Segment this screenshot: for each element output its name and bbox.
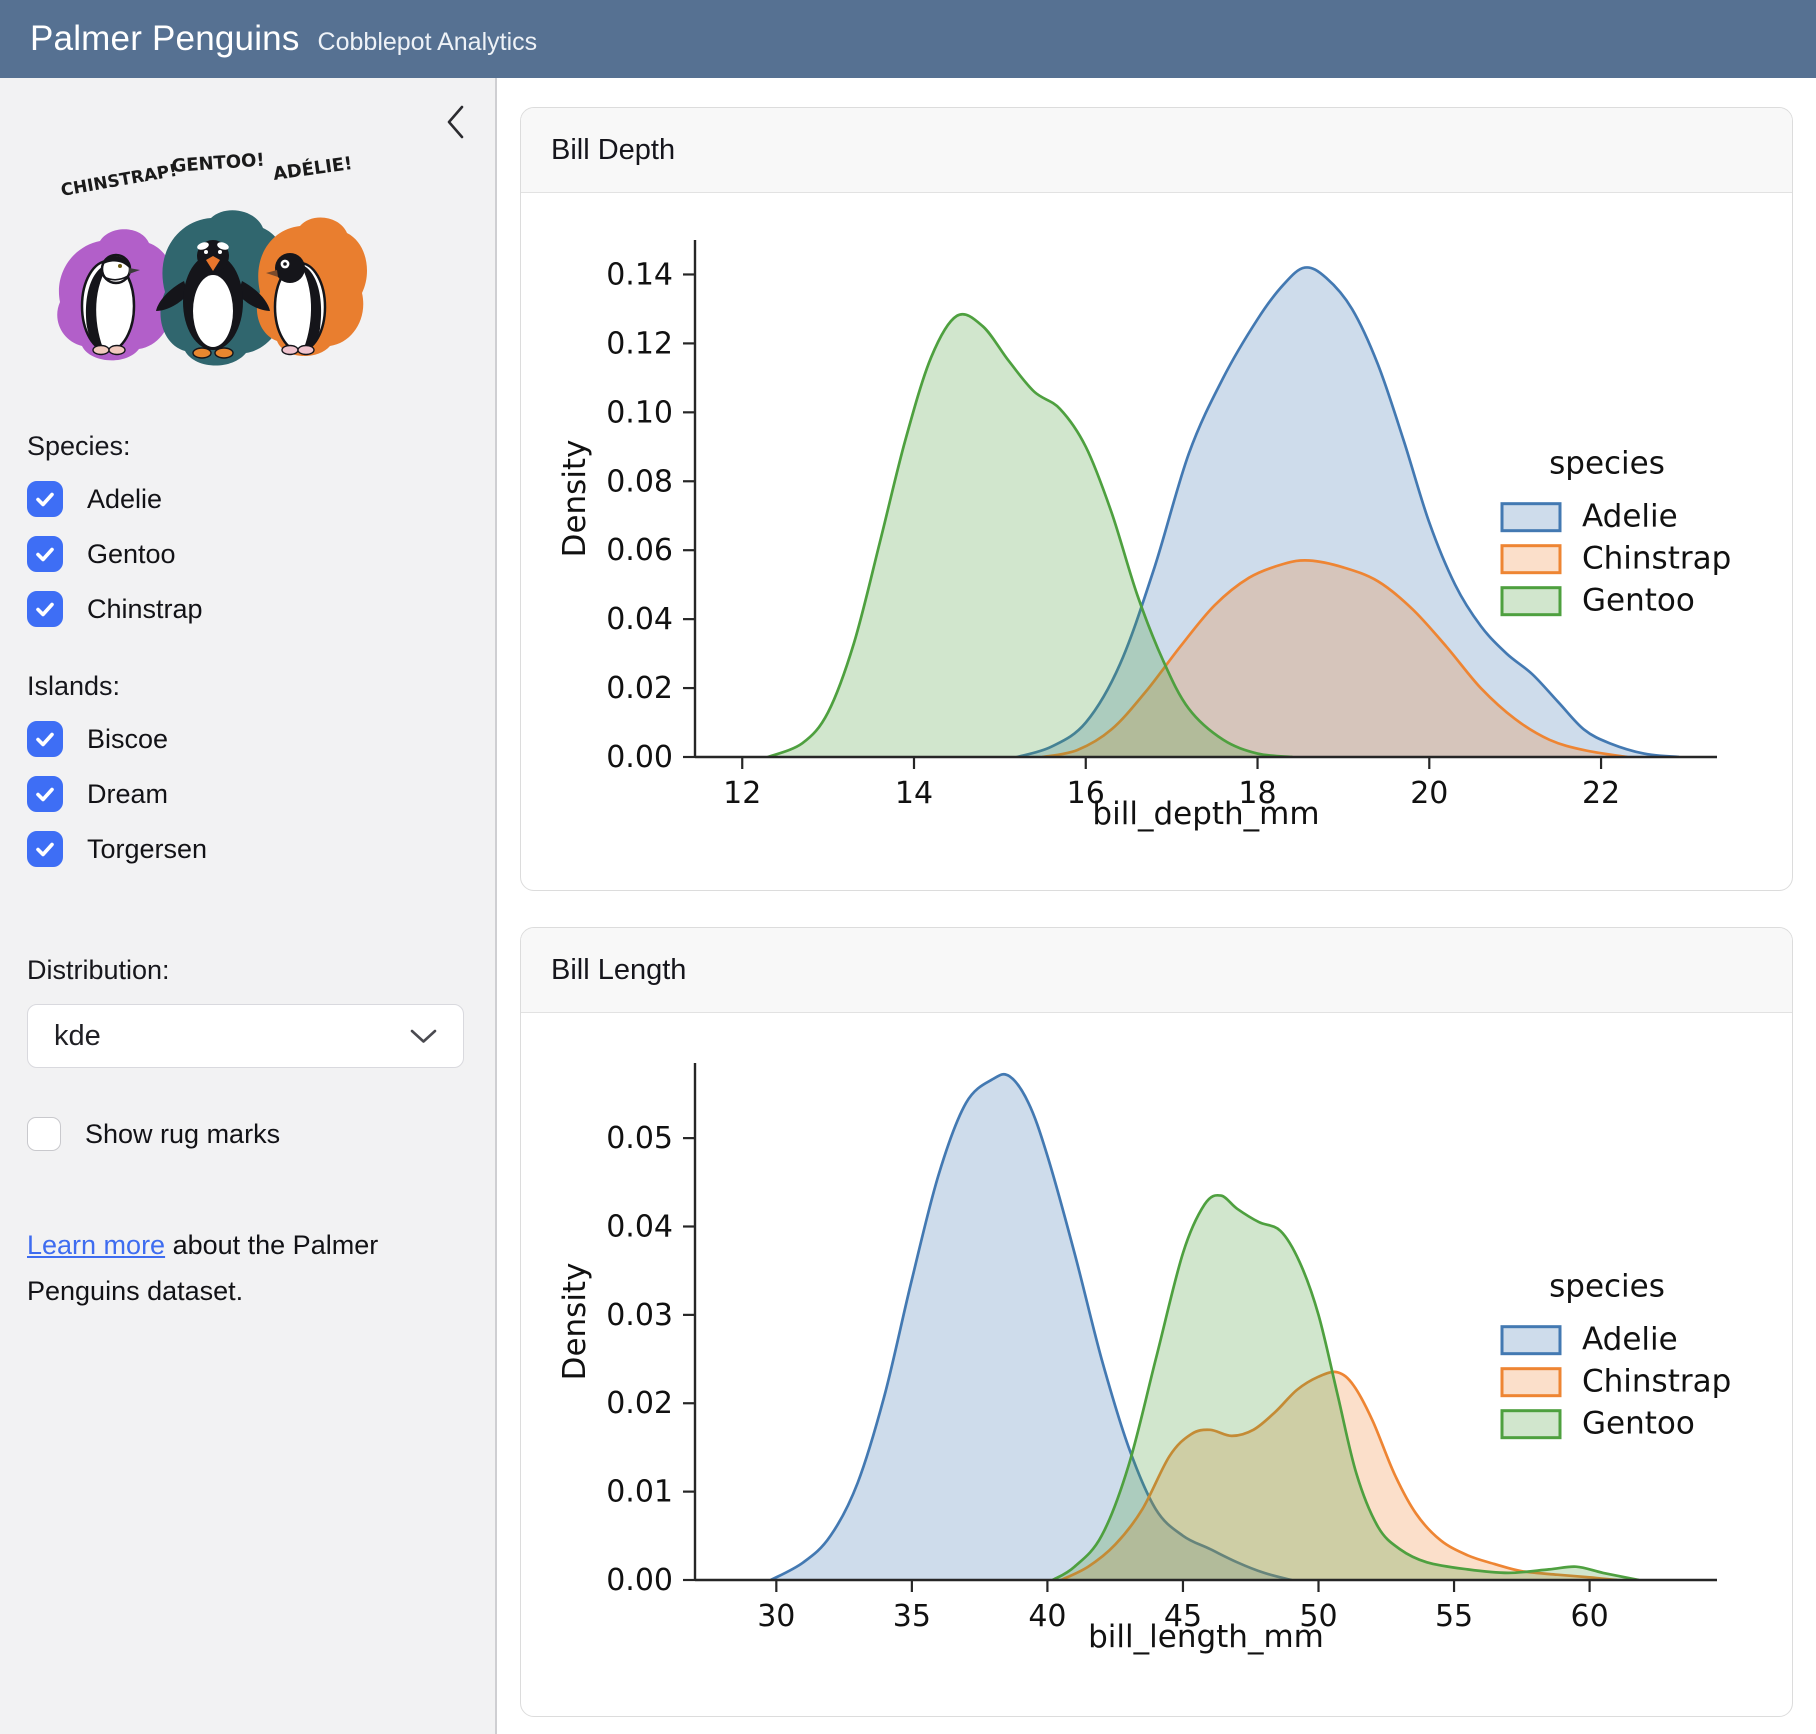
legend-title: species bbox=[1549, 445, 1665, 481]
y-tick-label: 0.00 bbox=[606, 740, 673, 775]
legend-label-chinstrap: Chinstrap bbox=[1582, 540, 1731, 576]
y-axis-label: Density bbox=[557, 439, 593, 557]
app-header: Palmer Penguins Cobblepot Analytics bbox=[0, 0, 1816, 78]
y-axis-label: Density bbox=[557, 1262, 593, 1380]
bill-depth-chart: 1214161820220.000.020.040.060.080.100.12… bbox=[537, 212, 1777, 872]
y-tick-label: 0.02 bbox=[606, 1386, 673, 1421]
app-subtitle: Cobblepot Analytics bbox=[318, 28, 538, 57]
y-tick-label: 0.00 bbox=[606, 1563, 673, 1598]
bill-length-card-title: Bill Length bbox=[521, 928, 1792, 1013]
x-tick-label: 12 bbox=[723, 776, 761, 811]
checkbox-island-biscoe[interactable]: Biscoe bbox=[27, 721, 468, 757]
checkbox-box[interactable] bbox=[27, 721, 63, 757]
y-tick-label: 0.04 bbox=[606, 1209, 673, 1244]
legend: species Adelie Chinstrap Gentoo bbox=[1502, 445, 1731, 618]
y-tick-label: 0.14 bbox=[606, 257, 673, 292]
legend-label-gentoo: Gentoo bbox=[1582, 1405, 1695, 1441]
legend-swatch-gentoo bbox=[1502, 587, 1560, 614]
checkbox-label: Chinstrap bbox=[87, 594, 203, 625]
y-tick-label: 0.05 bbox=[606, 1121, 673, 1156]
x-tick-label: 30 bbox=[757, 1599, 795, 1634]
learn-more-text: Learn more about the Palmer Penguins dat… bbox=[27, 1222, 459, 1315]
x-tick-label: 14 bbox=[894, 776, 932, 811]
legend-label-chinstrap: Chinstrap bbox=[1582, 1363, 1731, 1399]
checkbox-label: Show rug marks bbox=[85, 1119, 280, 1150]
checkbox-box[interactable] bbox=[27, 536, 63, 572]
x-tick-label: 60 bbox=[1570, 1599, 1608, 1634]
checkbox-show-rug-marks[interactable]: Show rug marks bbox=[27, 1116, 468, 1152]
y-tick-label: 0.04 bbox=[606, 602, 673, 637]
distribution-select[interactable]: kde bbox=[27, 1004, 464, 1068]
checkbox-label: Dream bbox=[87, 779, 168, 810]
legend-swatch-chinstrap bbox=[1502, 545, 1560, 572]
x-tick-label: 35 bbox=[892, 1599, 930, 1634]
check-icon bbox=[33, 542, 57, 566]
check-icon bbox=[33, 837, 57, 861]
checkbox-species-gentoo[interactable]: Gentoo bbox=[27, 536, 468, 572]
bill-length-chart: 303540455055600.000.010.020.030.040.05bi… bbox=[537, 1035, 1777, 1695]
distribution-selected-value: kde bbox=[54, 1020, 101, 1053]
app-title: Palmer Penguins bbox=[30, 19, 300, 59]
islands-group-label: Islands: bbox=[27, 671, 468, 702]
y-tick-label: 0.03 bbox=[606, 1297, 673, 1332]
checkbox-island-dream[interactable]: Dream bbox=[27, 776, 468, 812]
chinstrap-label: CHINSTRAP! bbox=[59, 161, 178, 201]
sidebar-collapse-button[interactable] bbox=[441, 102, 471, 142]
x-tick-label: 20 bbox=[1410, 776, 1448, 811]
x-axis-label: bill_depth_mm bbox=[1092, 796, 1319, 832]
penguins-illustration: CHINSTRAP! GENTOO! ADÉLIE! bbox=[30, 130, 372, 394]
check-icon bbox=[33, 597, 57, 621]
gentoo-label: GENTOO! bbox=[171, 150, 265, 177]
penguins-artwork: CHINSTRAP! GENTOO! ADÉLIE! bbox=[30, 130, 468, 399]
chevron-down-icon bbox=[410, 1028, 437, 1045]
check-icon bbox=[33, 487, 57, 511]
checkbox-label: Adelie bbox=[87, 484, 162, 515]
adelie-label: ADÉLIE! bbox=[272, 152, 354, 185]
distribution-label: Distribution: bbox=[27, 955, 468, 986]
y-tick-label: 0.10 bbox=[606, 395, 673, 430]
checkbox-species-chinstrap[interactable]: Chinstrap bbox=[27, 591, 468, 627]
checkbox-label: Torgersen bbox=[87, 834, 207, 865]
legend-swatch-adelie bbox=[1502, 1326, 1560, 1353]
x-tick-label: 22 bbox=[1581, 776, 1619, 811]
checkbox-box[interactable] bbox=[27, 1117, 61, 1151]
legend-swatch-chinstrap bbox=[1502, 1368, 1560, 1395]
y-tick-label: 0.01 bbox=[606, 1474, 673, 1509]
chevron-left-icon bbox=[445, 104, 467, 140]
checkbox-label: Gentoo bbox=[87, 539, 176, 570]
legend: species Adelie Chinstrap Gentoo bbox=[1502, 1268, 1731, 1441]
checkbox-label: Biscoe bbox=[87, 724, 168, 755]
x-tick-label: 40 bbox=[1028, 1599, 1066, 1634]
bill-depth-card: Bill Depth 1214161820220.000.020.040.060… bbox=[520, 107, 1793, 891]
bill-depth-card-title: Bill Depth bbox=[521, 108, 1792, 193]
checkbox-box[interactable] bbox=[27, 591, 63, 627]
legend-swatch-gentoo bbox=[1502, 1410, 1560, 1437]
legend-label-adelie: Adelie bbox=[1582, 498, 1678, 534]
checkbox-island-torgersen[interactable]: Torgersen bbox=[27, 831, 468, 867]
check-icon bbox=[33, 782, 57, 806]
y-tick-label: 0.08 bbox=[606, 464, 673, 499]
checkbox-species-adelie[interactable]: Adelie bbox=[27, 481, 468, 517]
legend-swatch-adelie bbox=[1502, 503, 1560, 530]
sidebar: CHINSTRAP! GENTOO! ADÉLIE! Species: Adel… bbox=[0, 78, 497, 1734]
legend-title: species bbox=[1549, 1268, 1665, 1304]
y-tick-label: 0.02 bbox=[606, 671, 673, 706]
checkbox-box[interactable] bbox=[27, 776, 63, 812]
checkbox-box[interactable] bbox=[27, 831, 63, 867]
checkbox-box[interactable] bbox=[27, 481, 63, 517]
legend-label-gentoo: Gentoo bbox=[1582, 582, 1695, 618]
main-content: Bill Depth 1214161820220.000.020.040.060… bbox=[499, 78, 1816, 1734]
y-tick-label: 0.12 bbox=[606, 326, 673, 361]
learn-more-link[interactable]: Learn more bbox=[27, 1230, 165, 1260]
species-group-label: Species: bbox=[27, 431, 468, 462]
y-tick-label: 0.06 bbox=[606, 533, 673, 568]
x-tick-label: 55 bbox=[1434, 1599, 1472, 1634]
legend-label-adelie: Adelie bbox=[1582, 1321, 1678, 1357]
bill-length-card: Bill Length 303540455055600.000.010.020.… bbox=[520, 927, 1793, 1717]
check-icon bbox=[33, 727, 57, 751]
x-axis-label: bill_length_mm bbox=[1088, 1619, 1324, 1655]
